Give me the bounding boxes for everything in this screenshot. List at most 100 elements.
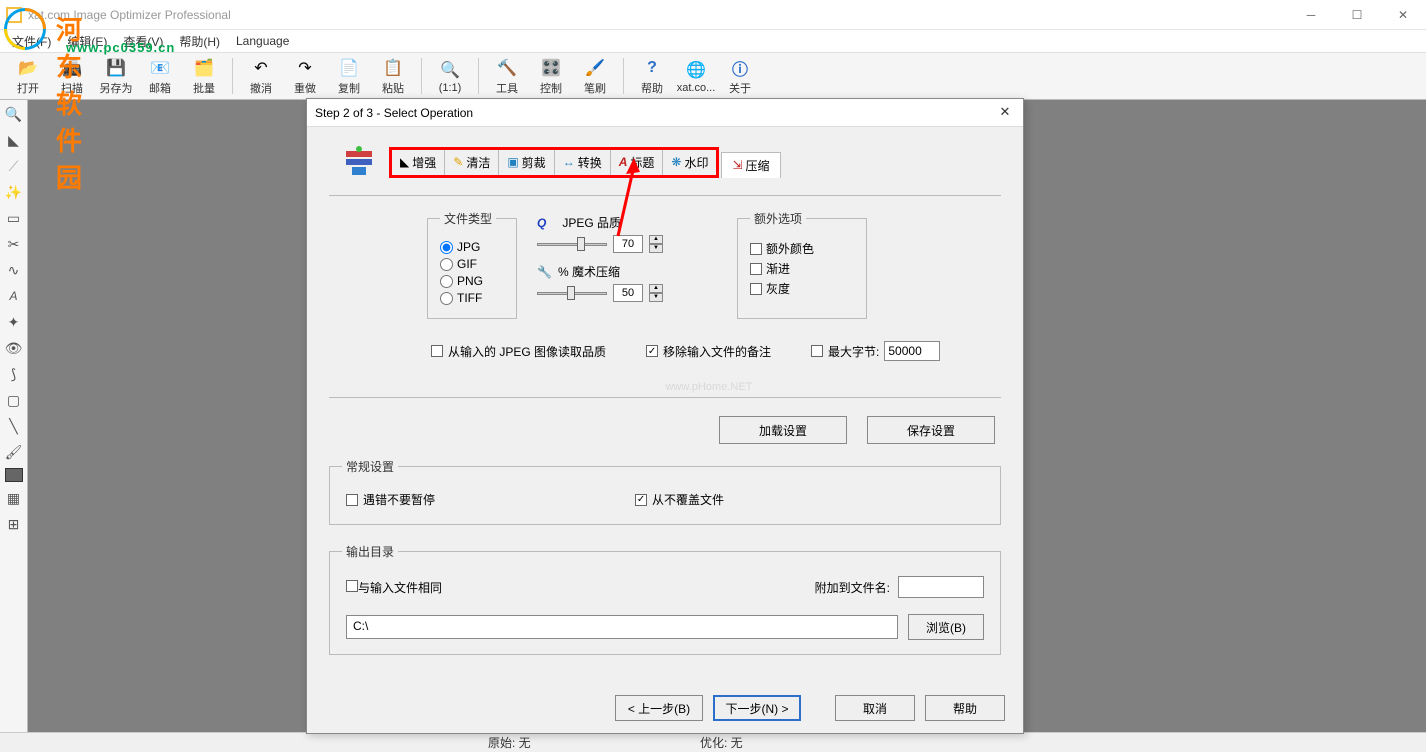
- text-tool[interactable]: A: [4, 286, 24, 306]
- check-no-pause[interactable]: 遇错不要暂停: [346, 491, 435, 508]
- convert-icon: ↔: [563, 155, 575, 169]
- output-path-input[interactable]: C:\: [346, 615, 898, 639]
- curve-tool[interactable]: ⟆: [4, 364, 24, 384]
- menu-view[interactable]: 查看(V): [117, 31, 169, 52]
- undo-button[interactable]: ↶撤消: [239, 54, 283, 98]
- scan-button[interactable]: 📠扫描: [50, 54, 94, 98]
- help-button[interactable]: ?帮助: [630, 54, 674, 98]
- extra-options-group: 额外选项 额外颜色 渐进 灰度: [737, 210, 867, 319]
- close-button[interactable]: ✕: [1380, 0, 1426, 30]
- magic-spinner[interactable]: ▲▼: [649, 284, 663, 302]
- wand-tool[interactable]: ✨: [4, 182, 24, 202]
- check-no-overwrite[interactable]: ✓从不覆盖文件: [635, 491, 724, 508]
- jpeg-quality-value[interactable]: [613, 235, 643, 253]
- menu-edit[interactable]: 编辑(E): [61, 31, 113, 52]
- tab-convert[interactable]: ↔转换: [554, 150, 610, 175]
- saveas-button[interactable]: 💾另存为: [94, 54, 138, 98]
- status-optimized: 优化: 无: [700, 734, 743, 751]
- radio-png[interactable]: PNG: [440, 274, 504, 288]
- dialog-title-text: Step 2 of 3 - Select Operation: [315, 106, 473, 120]
- jpeg-quality-slider[interactable]: [537, 235, 607, 253]
- radio-gif[interactable]: GIF: [440, 257, 504, 271]
- redo-button[interactable]: ↷重做: [283, 54, 327, 98]
- about-button[interactable]: ⓘ关于: [718, 54, 762, 98]
- batch-icon: 🗂️: [193, 57, 215, 79]
- magic-value[interactable]: [613, 284, 643, 302]
- open-button[interactable]: 📂打开: [6, 54, 50, 98]
- check-gray[interactable]: 灰度: [750, 280, 854, 297]
- menubar: 文件(F) 编辑(E) 查看(V) 帮助(H) Language: [0, 30, 1426, 52]
- redeye-tool[interactable]: 👁: [4, 338, 24, 358]
- tab-watermark[interactable]: ❋水印: [662, 150, 716, 175]
- batch-button[interactable]: 🗂️批量: [182, 54, 226, 98]
- magnifier-tool[interactable]: 🔍: [4, 104, 24, 124]
- magic-slider[interactable]: [537, 284, 607, 302]
- region-tool[interactable]: ▭: [4, 208, 24, 228]
- paste-button[interactable]: 📋粘贴: [371, 54, 415, 98]
- tab-crop[interactable]: ▣剪裁: [498, 150, 553, 175]
- mail-button[interactable]: 📧邮箱: [138, 54, 182, 98]
- globe-icon: 🌐: [685, 59, 707, 81]
- load-settings-button[interactable]: 加载设置: [719, 416, 847, 444]
- help-icon: ?: [641, 57, 663, 79]
- contrast-tool[interactable]: ◣: [4, 130, 24, 150]
- check-read-quality[interactable]: 从输入的 JPEG 图像读取品质: [431, 343, 606, 360]
- redo-icon: ↷: [294, 57, 316, 79]
- quality-group: Q JPEG 品质 ▲▼ 🔧 % 魔术压缩: [537, 210, 717, 331]
- crop-tool[interactable]: ✂: [4, 234, 24, 254]
- maximize-button[interactable]: ☐: [1334, 0, 1380, 30]
- tools-button[interactable]: 🔨工具: [485, 54, 529, 98]
- main-toolbar: 📂打开 📠扫描 💾另存为 📧邮箱 🗂️批量 ↶撤消 ↷重做 📄复制 📋粘贴 🔍(…: [0, 52, 1426, 100]
- check-same-as-input[interactable]: 与输入文件相同: [346, 579, 442, 596]
- filetype-group: 文件类型 JPG GIF PNG TIFF: [427, 210, 517, 319]
- radio-tiff[interactable]: TIFF: [440, 291, 504, 305]
- scanner-icon: 📠: [61, 57, 83, 79]
- sharpen-tool[interactable]: ✦: [4, 312, 24, 332]
- browse-button[interactable]: 浏览(B): [908, 614, 984, 640]
- grid-tool[interactable]: ⊞: [4, 514, 24, 534]
- status-original: 原始: 无: [488, 734, 531, 751]
- line-tool[interactable]: ╲: [4, 416, 24, 436]
- max-bytes-input[interactable]: [884, 341, 940, 361]
- tab-clean[interactable]: ✎清洁: [444, 150, 498, 175]
- back-button[interactable]: < 上一步(B): [615, 695, 703, 721]
- smooth-tool[interactable]: ∿: [4, 260, 24, 280]
- menu-file[interactable]: 文件(F): [6, 31, 57, 52]
- rect-tool[interactable]: ▢: [4, 390, 24, 410]
- next-button[interactable]: 下一步(N) >: [713, 695, 801, 721]
- zoom-1to1-button[interactable]: 🔍(1:1): [428, 54, 472, 98]
- extra-legend: 额外选项: [750, 210, 806, 227]
- minimize-button[interactable]: ─: [1288, 0, 1334, 30]
- save-settings-button[interactable]: 保存设置: [867, 416, 995, 444]
- copy-button[interactable]: 📄复制: [327, 54, 371, 98]
- check-progressive[interactable]: 渐进: [750, 260, 854, 277]
- palette-tool[interactable]: ▦: [4, 488, 24, 508]
- xat-button[interactable]: 🌐xat.co...: [674, 54, 718, 98]
- cancel-button[interactable]: 取消: [835, 695, 915, 721]
- menu-help[interactable]: 帮助(H): [173, 31, 226, 52]
- check-remove-comment[interactable]: ✓移除输入文件的备注: [646, 343, 771, 360]
- color-swatch[interactable]: [5, 468, 23, 482]
- radio-jpg[interactable]: JPG: [440, 240, 504, 254]
- tab-title[interactable]: A标题: [610, 150, 663, 175]
- hammer-icon: 🔨: [496, 57, 518, 79]
- control-button[interactable]: 🎛️控制: [529, 54, 573, 98]
- side-toolbar: 🔍 ◣ ⟋ ✨ ▭ ✂ ∿ A ✦ 👁 ⟆ ▢ ╲ 🖌 ▦ ⊞: [0, 100, 28, 732]
- check-max-bytes[interactable]: 最大字节:: [811, 341, 940, 361]
- tab-enhance[interactable]: ◣增强: [392, 150, 444, 175]
- dialog-close-button[interactable]: ✕: [993, 102, 1017, 122]
- menu-language[interactable]: Language: [230, 32, 295, 50]
- operation-tabs-highlighted: ◣增强 ✎清洁 ▣剪裁 ↔转换 A标题 ❋水印: [389, 147, 719, 178]
- jpeg-quality-spinner[interactable]: ▲▼: [649, 235, 663, 253]
- check-extra-color[interactable]: 额外颜色: [750, 240, 854, 257]
- brush-button[interactable]: 🖌️笔刷: [573, 54, 617, 98]
- fill-tool[interactable]: 🖌: [4, 442, 24, 462]
- app-title: xat.com Image Optimizer Professional: [28, 8, 231, 22]
- dialog-help-button[interactable]: 帮助: [925, 695, 1005, 721]
- append-filename-input[interactable]: [898, 576, 984, 598]
- tab-compress[interactable]: ⇲压缩: [721, 152, 780, 178]
- undo-icon: ↶: [250, 57, 272, 79]
- magic-label: % 魔术压缩: [558, 263, 620, 280]
- dropper-tool[interactable]: ⟋: [4, 156, 24, 176]
- q-symbol: Q: [537, 216, 546, 230]
